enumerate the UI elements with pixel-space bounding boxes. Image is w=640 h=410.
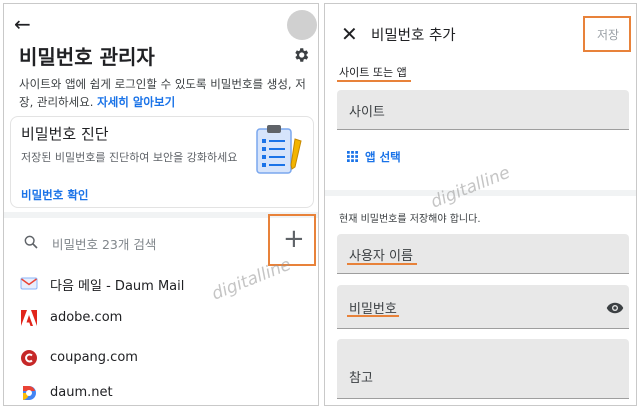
search-placeholder: 비밀번호 23개 검색	[52, 237, 157, 252]
check-passwords-link[interactable]: 비밀번호 확인	[21, 187, 88, 203]
entry-label: 다음 메일 - Daum Mail	[50, 279, 185, 294]
password-input[interactable]: 비밀번호	[337, 285, 629, 329]
checkup-title: 비밀번호 진단	[21, 125, 109, 143]
dialog-title: 비밀번호 추가	[371, 28, 456, 44]
close-icon[interactable]: ✕	[341, 24, 358, 44]
coupang-icon	[21, 350, 37, 366]
learn-more-link[interactable]: 자세히 알아보기	[97, 95, 175, 109]
note-placeholder: 참고	[349, 371, 373, 386]
account-avatar[interactable]	[287, 10, 317, 40]
plus-icon: +	[283, 224, 305, 254]
search-icon	[24, 235, 38, 249]
password-list-item[interactable]: coupang.com	[4, 341, 318, 375]
page-description: 사이트와 앱에 쉽게 로그인할 수 있도록 비밀번호를 생성, 저장, 관리하세…	[19, 75, 309, 111]
daum-icon	[23, 386, 36, 400]
add-password-screen: ✕ 비밀번호 추가 저장 사이트 또는 앱 사이트 앱 선택 현재 비밀번호를 …	[324, 3, 637, 406]
site-placeholder: 사이트	[349, 105, 385, 120]
highlight-underline	[347, 315, 399, 317]
save-button[interactable]: 저장	[583, 16, 631, 52]
adobe-icon	[21, 310, 37, 326]
helper-text: 현재 비밀번호를 저장해야 합니다.	[339, 214, 481, 225]
note-input[interactable]: 참고	[337, 339, 629, 399]
entry-label: coupang.com	[50, 350, 138, 365]
save-label: 저장	[597, 28, 620, 42]
highlight-underline	[337, 80, 411, 82]
username-input[interactable]: 사용자 이름	[337, 234, 629, 274]
password-list-item[interactable]: adobe.com	[4, 301, 318, 335]
checkup-subtitle: 저장된 비밀번호를 진단하여 보안을 강화하세요	[21, 151, 238, 164]
password-manager-screen: ← 비밀번호 관리자 사이트와 앱에 쉽게 로그인할 수 있도록 비밀번호를 생…	[3, 3, 319, 406]
back-arrow-icon[interactable]: ←	[14, 12, 31, 36]
site-input[interactable]: 사이트	[337, 90, 629, 130]
password-checkup-card: 비밀번호 진단 저장된 비밀번호를 진단하여 보안을 강화하세요 비밀번호 확인	[10, 116, 314, 208]
password-list-item[interactable]: daum.net	[4, 376, 318, 405]
grid-apps-icon	[347, 151, 358, 162]
entry-label: daum.net	[50, 385, 113, 400]
select-app-button[interactable]: 앱 선택	[365, 149, 401, 165]
daum-mail-icon	[20, 277, 38, 290]
page-title: 비밀번호 관리자	[19, 45, 155, 69]
username-placeholder: 사용자 이름	[349, 249, 413, 264]
watermark: digitalline	[428, 162, 513, 213]
site-or-app-section-label: 사이트 또는 앱	[339, 66, 407, 79]
highlight-underline	[347, 263, 417, 265]
settings-gear-icon[interactable]	[292, 46, 310, 64]
show-password-eye-icon[interactable]	[606, 301, 624, 315]
checklist-clipboard-icon	[256, 125, 302, 174]
entry-label: adobe.com	[50, 310, 123, 325]
